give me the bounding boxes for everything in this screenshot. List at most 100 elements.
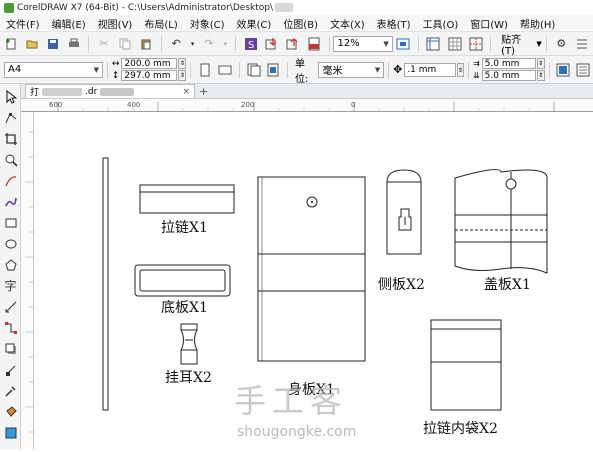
redo-icon[interactable]: ↷ bbox=[200, 35, 217, 53]
undo-icon[interactable]: ↶ bbox=[168, 35, 185, 53]
height-spinner[interactable]: ⇕ bbox=[178, 70, 187, 81]
chevron-down-icon[interactable]: ▼ bbox=[536, 40, 541, 48]
page-background-icon[interactable] bbox=[575, 61, 591, 79]
interactive-fill-tool-icon[interactable] bbox=[2, 403, 19, 420]
pick-tool-icon[interactable] bbox=[2, 88, 19, 105]
current-page-icon[interactable] bbox=[265, 61, 281, 79]
drawing-canvas[interactable]: 拉链X1 底板X1 挂耳X2 身板X1 侧板X2 盖板X1 拉链内袋X2 手工客… bbox=[34, 112, 593, 449]
all-pages-icon[interactable] bbox=[246, 61, 262, 79]
copy-icon[interactable] bbox=[117, 35, 134, 53]
redacted-path bbox=[275, 3, 294, 12]
lid-piece[interactable] bbox=[454, 169, 548, 274]
artistic-media-tool-icon[interactable] bbox=[2, 193, 19, 210]
document-tab-bar: 打 .dr × + bbox=[21, 84, 593, 99]
drop-shadow-tool-icon[interactable] bbox=[2, 340, 19, 357]
undo-dropdown-icon[interactable]: ▾ bbox=[189, 35, 197, 53]
redo-dropdown-icon[interactable]: ▾ bbox=[222, 35, 230, 53]
publish-pdf-icon[interactable] bbox=[305, 35, 322, 53]
paste-icon[interactable] bbox=[138, 35, 155, 53]
landscape-icon[interactable] bbox=[217, 61, 233, 79]
open-folder-icon[interactable] bbox=[23, 35, 40, 53]
text-tool-icon[interactable]: 字 bbox=[2, 277, 19, 294]
set-default-page-icon[interactable] bbox=[556, 61, 572, 79]
redacted-filename bbox=[100, 87, 135, 96]
property-bar: A4 ▼ ↔ 200.0 mm ⇕ ↕ 297.0 mm ⇕ 单位: 毫米 ▼ … bbox=[0, 56, 593, 85]
document-tab[interactable]: 打 .dr × bbox=[25, 84, 195, 98]
duplicate-x-spinner[interactable]: ⇕ bbox=[536, 58, 545, 69]
print-icon[interactable] bbox=[65, 35, 82, 53]
width-icon: ↔ bbox=[111, 58, 120, 69]
zipper-pocket-piece[interactable] bbox=[430, 319, 502, 411]
toolbar-separator bbox=[388, 61, 390, 78]
snap-to-dropdown[interactable]: 贴齐(T) bbox=[501, 31, 533, 57]
menu-table[interactable]: 表格(T) bbox=[371, 16, 417, 31]
page-width-input[interactable]: 200.0 mm bbox=[121, 58, 178, 69]
menu-text[interactable]: 文本(X) bbox=[324, 16, 371, 31]
toolbar-separator bbox=[287, 61, 289, 78]
duplicate-y-spinner[interactable]: ⇕ bbox=[536, 70, 545, 81]
zoom-tool-icon[interactable] bbox=[2, 151, 19, 168]
application-launcher-icon[interactable] bbox=[574, 35, 591, 53]
polygon-tool-icon[interactable] bbox=[2, 256, 19, 273]
menu-layout[interactable]: 布局(L) bbox=[138, 16, 183, 31]
strap-piece[interactable] bbox=[102, 157, 109, 411]
chevron-down-icon: ▼ bbox=[374, 65, 381, 74]
units-dropdown[interactable]: 毫米 ▼ bbox=[318, 61, 385, 78]
page-size-dropdown[interactable]: A4 ▼ bbox=[4, 61, 103, 78]
shape-tool-icon[interactable] bbox=[2, 109, 19, 126]
menu-effects[interactable]: 效果(C) bbox=[231, 16, 278, 31]
nudge-spinner[interactable]: ⇕ bbox=[456, 62, 465, 77]
menu-object[interactable]: 对象(C) bbox=[184, 16, 231, 31]
units-value: 毫米 bbox=[322, 66, 343, 77]
hanger-piece[interactable] bbox=[180, 323, 198, 365]
show-guidelines-icon[interactable] bbox=[467, 35, 484, 53]
new-tab-button[interactable]: + bbox=[199, 85, 208, 98]
zipper-piece[interactable] bbox=[139, 184, 235, 214]
connector-tool-icon[interactable] bbox=[2, 319, 19, 336]
menu-bitmaps[interactable]: 位图(B) bbox=[277, 16, 324, 31]
window-title: CorelDRAW X7 (64-Bit) - C:\Users\Adminis… bbox=[17, 2, 274, 13]
portrait-icon[interactable] bbox=[197, 61, 213, 79]
freehand-tool-icon[interactable] bbox=[2, 172, 19, 189]
eyedropper-tool-icon[interactable] bbox=[2, 382, 19, 399]
export-icon[interactable] bbox=[284, 35, 301, 53]
units-label: 单位: bbox=[295, 58, 309, 85]
menu-edit[interactable]: 编辑(E) bbox=[46, 16, 92, 31]
menu-help[interactable]: 帮助(H) bbox=[514, 16, 561, 31]
menu-tools[interactable]: 工具(O) bbox=[417, 16, 465, 31]
cut-icon[interactable]: ✂ bbox=[95, 35, 112, 53]
hanger-label: 挂耳X2 bbox=[165, 370, 212, 386]
full-screen-preview-icon[interactable] bbox=[395, 35, 412, 53]
zoom-level-dropdown[interactable]: 12% ▼ bbox=[333, 35, 393, 52]
transparency-tool-icon[interactable] bbox=[2, 361, 19, 378]
new-document-icon[interactable] bbox=[2, 35, 19, 53]
show-rulers-icon[interactable] bbox=[425, 35, 442, 53]
ellipse-tool-icon[interactable] bbox=[2, 235, 19, 252]
search-content-icon[interactable]: S bbox=[242, 35, 259, 53]
save-icon[interactable] bbox=[44, 35, 61, 53]
smart-fill-tool-icon[interactable] bbox=[2, 424, 19, 441]
close-tab-icon[interactable]: × bbox=[182, 87, 190, 97]
show-grid-icon[interactable] bbox=[446, 35, 463, 53]
bottom-piece[interactable] bbox=[134, 264, 231, 297]
parallel-dimension-tool-icon[interactable] bbox=[2, 298, 19, 315]
page-height-input[interactable]: 297.0 mm bbox=[121, 70, 178, 81]
crop-tool-icon[interactable] bbox=[2, 130, 19, 147]
menu-window[interactable]: 窗口(W) bbox=[464, 16, 514, 31]
page-size-value: A4 bbox=[8, 64, 22, 75]
vertical-ruler[interactable] bbox=[21, 112, 34, 449]
duplicate-y-input[interactable]: 5.0 mm bbox=[481, 70, 536, 81]
nudge-distance-input[interactable]: .1 mm bbox=[404, 62, 456, 77]
menu-file[interactable]: 文件(F) bbox=[0, 16, 46, 31]
horizontal-ruler[interactable]: 600 400 200 0 bbox=[21, 99, 593, 112]
document-tab-prefix: 打 bbox=[30, 88, 40, 98]
document-tab-extension: .dr bbox=[85, 86, 98, 97]
duplicate-x-input[interactable]: 5.0 mm bbox=[481, 58, 536, 69]
side-piece[interactable] bbox=[386, 169, 422, 255]
body-piece[interactable] bbox=[257, 176, 366, 362]
menu-view[interactable]: 视图(V) bbox=[92, 16, 139, 31]
options-gear-icon[interactable]: ⚙ bbox=[553, 35, 570, 53]
import-icon[interactable] bbox=[263, 35, 280, 53]
rectangle-tool-icon[interactable] bbox=[2, 214, 19, 231]
width-spinner[interactable]: ⇕ bbox=[178, 58, 187, 69]
